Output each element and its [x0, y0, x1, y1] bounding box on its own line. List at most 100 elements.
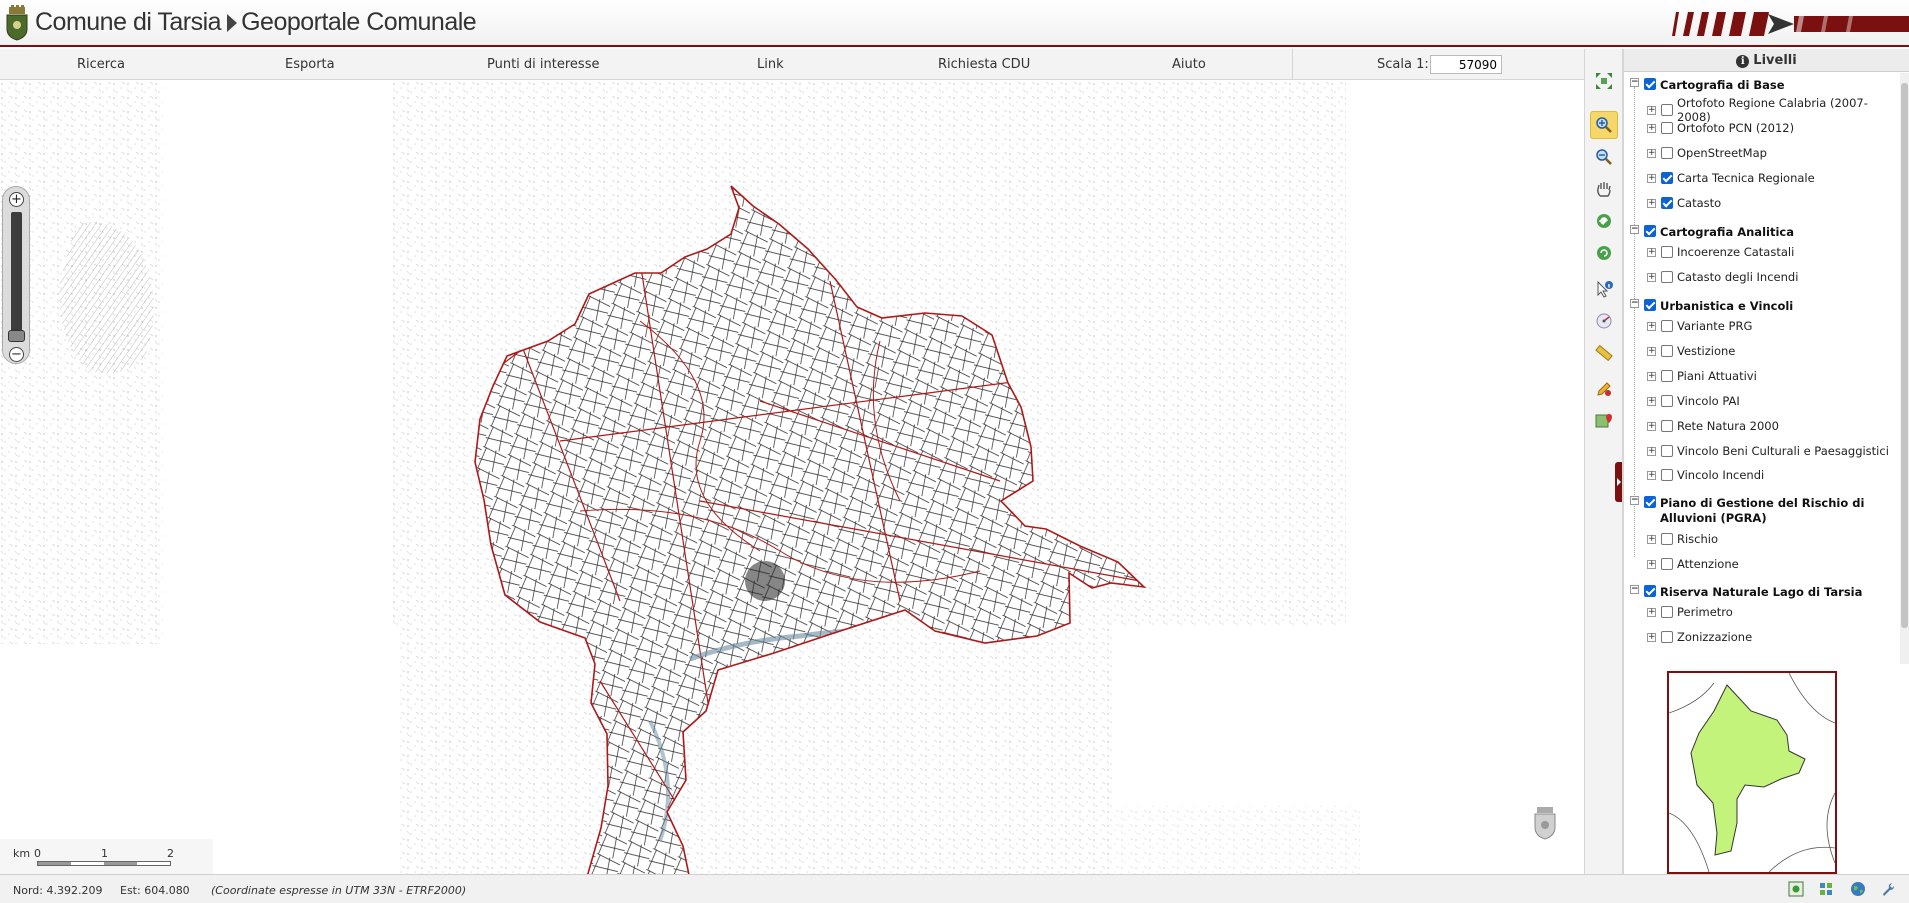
layer-item-incoerenze-catastali[interactable]: + Incoerenze Catastali	[1647, 245, 1794, 259]
collapse-icon[interactable]: −	[1630, 78, 1639, 87]
checkbox-cartografia-di-base[interactable]	[1644, 78, 1656, 90]
menu-punti-di-interesse[interactable]: Punti di interesse	[487, 57, 599, 72]
zoom-track[interactable]	[11, 212, 22, 332]
expand-icon[interactable]: +	[1647, 446, 1656, 456]
zoom-out-tool-button[interactable]	[1590, 143, 1618, 171]
scale-input[interactable]	[1430, 55, 1502, 74]
checkbox-urbanistica-vincoli[interactable]	[1644, 299, 1656, 311]
expand-icon[interactable]: +	[1647, 105, 1656, 115]
layer-item-catasto-incendi[interactable]: + Catasto degli Incendi	[1647, 270, 1798, 284]
collapse-icon[interactable]: −	[1630, 496, 1639, 505]
collapse-icon[interactable]: −	[1630, 225, 1639, 234]
checkbox-riserva-lago-tarsia[interactable]	[1644, 585, 1656, 597]
zoom-extent-button[interactable]	[1590, 67, 1618, 95]
expand-icon[interactable]: +	[1647, 198, 1656, 208]
expand-icon[interactable]: +	[1647, 247, 1656, 257]
menu-aiuto[interactable]: Aiuto	[1172, 57, 1206, 72]
layer-checkbox[interactable]	[1661, 172, 1673, 184]
expand-icon[interactable]: +	[1647, 421, 1656, 431]
layer-checkbox[interactable]	[1661, 533, 1673, 545]
layer-checkbox[interactable]	[1661, 606, 1673, 618]
collapse-icon[interactable]: −	[1630, 585, 1639, 594]
layer-item-catasto[interactable]: + Catasto	[1647, 196, 1721, 210]
expand-icon[interactable]: +	[1647, 371, 1656, 381]
layer-checkbox[interactable]	[1661, 395, 1673, 407]
zoom-out-button[interactable]: −	[9, 347, 24, 362]
layer-checkbox[interactable]	[1661, 320, 1673, 332]
layer-item-carta-tecnica-regionale[interactable]: + Carta Tecnica Regionale	[1647, 171, 1815, 185]
collapse-icon[interactable]: −	[1630, 299, 1639, 308]
identify-button[interactable]	[1590, 275, 1618, 303]
globe-icon[interactable]	[1850, 881, 1866, 897]
layer-item-rischio[interactable]: + Rischio	[1647, 532, 1718, 546]
pan-button[interactable]	[1590, 175, 1618, 203]
layer-checkbox[interactable]	[1661, 104, 1673, 116]
layer-item-openstreetmap[interactable]: + OpenStreetMap	[1647, 146, 1767, 160]
layer-group-pgra[interactable]: − Piano di Gestione del Rischio di Alluv…	[1630, 496, 1892, 526]
measure-distance-button[interactable]	[1590, 339, 1618, 367]
layer-item-perimetro[interactable]: + Perimetro	[1647, 605, 1733, 619]
expand-icon[interactable]: +	[1647, 559, 1656, 569]
layer-group-urbanistica-vincoli[interactable]: − Urbanistica e Vincoli	[1630, 299, 1793, 313]
layer-checkbox[interactable]	[1661, 122, 1673, 134]
wrench-settings-icon[interactable]	[1880, 881, 1896, 897]
layer-group-cartografia-analitica[interactable]: − Cartografia Analitica	[1630, 225, 1794, 239]
menu-ricerca[interactable]: Ricerca	[77, 57, 125, 72]
expand-icon[interactable]: +	[1647, 346, 1656, 356]
map-canvas[interactable]	[0, 81, 1584, 874]
layer-item-vincolo-incendi[interactable]: + Vincolo Incendi	[1647, 468, 1764, 482]
layer-checkbox[interactable]	[1661, 246, 1673, 258]
menu-esporta[interactable]: Esporta	[285, 57, 335, 72]
expand-icon[interactable]: +	[1647, 632, 1656, 642]
layer-group-cartografia-di-base[interactable]: − Cartografia di Base	[1630, 78, 1785, 92]
expand-icon[interactable]: +	[1647, 173, 1656, 183]
zoom-in-button[interactable]: +	[9, 192, 24, 207]
zoom-in-tool-button[interactable]	[1590, 111, 1618, 139]
layer-item-rete-natura-2000[interactable]: + Rete Natura 2000	[1647, 419, 1779, 433]
overview-map[interactable]	[1667, 671, 1837, 874]
layer-item-vincolo-beni-culturali[interactable]: + Vincolo Beni Culturali e Paesaggistici	[1647, 444, 1889, 458]
layer-item-ortofoto-pcn[interactable]: + Ortofoto PCN (2012)	[1647, 121, 1794, 135]
layer-item-zonizzazione[interactable]: + Zonizzazione	[1647, 630, 1752, 644]
layer-checkbox[interactable]	[1661, 197, 1673, 209]
layer-tree-scrollbar[interactable]	[1900, 73, 1909, 664]
history-back-button[interactable]	[1590, 207, 1618, 235]
expand-icon[interactable]: +	[1647, 148, 1656, 158]
layer-item-variante-prg[interactable]: + Variante PRG	[1647, 319, 1752, 333]
menu-link[interactable]: Link	[757, 57, 784, 72]
expand-icon[interactable]: +	[1647, 470, 1656, 480]
layer-item-vincolo-pai[interactable]: + Vincolo PAI	[1647, 394, 1740, 408]
checkbox-cartografia-analitica[interactable]	[1644, 225, 1656, 237]
layer-checkbox[interactable]	[1661, 558, 1673, 570]
edit-button[interactable]	[1590, 375, 1618, 403]
zoom-slider[interactable]: + −	[2, 186, 30, 364]
overview-toggle-icon[interactable]	[1788, 881, 1804, 897]
expand-icon[interactable]: +	[1647, 321, 1656, 331]
expand-icon[interactable]: +	[1647, 396, 1656, 406]
layer-checkbox[interactable]	[1661, 445, 1673, 457]
map-search-button[interactable]	[1590, 407, 1618, 435]
overview-map-canvas[interactable]	[1668, 672, 1836, 873]
layer-checkbox[interactable]	[1661, 271, 1673, 283]
layer-checkbox[interactable]	[1661, 631, 1673, 643]
history-forward-button[interactable]	[1590, 239, 1618, 267]
layer-checkbox[interactable]	[1661, 469, 1673, 481]
layer-item-vestizione[interactable]: + Vestizione	[1647, 344, 1735, 358]
layer-item-ortofoto-regione[interactable]: + Ortofoto Regione Calabria (2007-2008)	[1647, 96, 1900, 124]
layer-item-piani-attuativi[interactable]: + Piani Attuativi	[1647, 369, 1757, 383]
layer-checkbox[interactable]	[1661, 147, 1673, 159]
expand-icon[interactable]: +	[1647, 534, 1656, 544]
layer-checkbox[interactable]	[1661, 345, 1673, 357]
measure-angle-button[interactable]	[1590, 307, 1618, 335]
scrollbar-thumb[interactable]	[1901, 83, 1908, 628]
layer-group-riserva-lago-tarsia[interactable]: − Riserva Naturale Lago di Tarsia	[1630, 585, 1862, 599]
map-viewport[interactable]: + − km 0 1 2	[0, 81, 1584, 874]
expand-icon[interactable]: +	[1647, 123, 1656, 133]
layers-toggle-icon[interactable]	[1818, 881, 1834, 897]
layer-checkbox[interactable]	[1661, 370, 1673, 382]
menu-richiesta-cdu[interactable]: Richiesta CDU	[938, 57, 1030, 72]
layer-item-attenzione[interactable]: + Attenzione	[1647, 557, 1739, 571]
expand-icon[interactable]: +	[1647, 607, 1656, 617]
checkbox-pgra[interactable]	[1644, 496, 1656, 508]
expand-icon[interactable]: +	[1647, 272, 1656, 282]
